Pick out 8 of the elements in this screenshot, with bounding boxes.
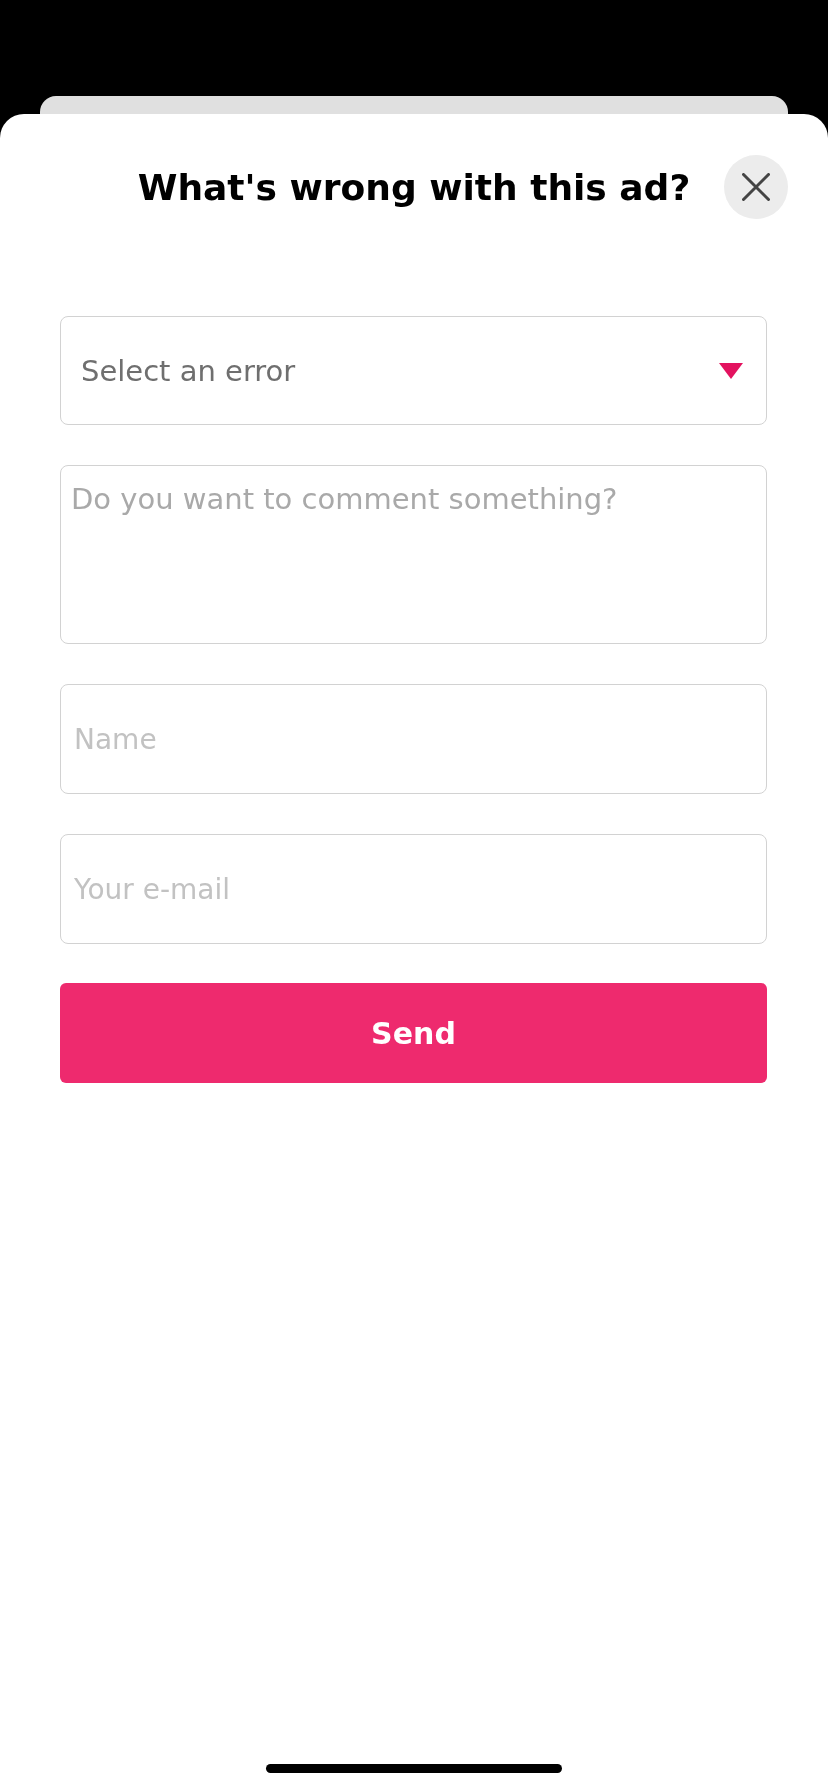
comment-field[interactable]: Do you want to comment something? — [60, 465, 767, 644]
input-field[interactable]: Name — [60, 684, 767, 794]
send-button[interactable]: Send — [60, 983, 767, 1083]
caret-icon — [719, 362, 743, 379]
error-dropdown[interactable]: Select an error — [60, 316, 767, 425]
input-field[interactable]: Your e-mail — [60, 834, 767, 944]
close-icon — [742, 173, 770, 201]
sheet-title: What's wrong with this ad? — [137, 166, 691, 208]
